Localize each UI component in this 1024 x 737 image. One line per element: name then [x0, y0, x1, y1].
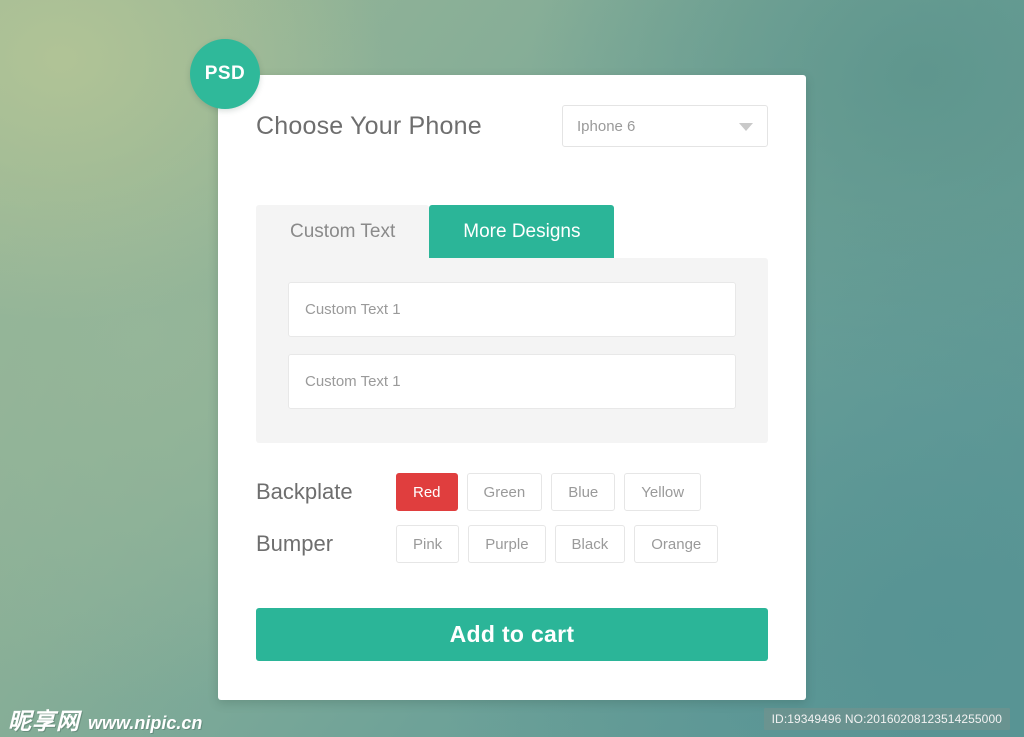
phone-model-select-value: Iphone 6: [577, 117, 636, 135]
watermark-url: www.nipic.cn: [88, 712, 203, 733]
backplate-chip-red[interactable]: Red: [396, 473, 458, 511]
backplate-chip-green-label: Green: [483, 483, 526, 501]
tab-custom-text-label: Custom Text: [290, 220, 396, 242]
backplate-chip-yellow[interactable]: Yellow: [624, 473, 702, 511]
backplate-chip-blue[interactable]: Blue: [551, 473, 616, 511]
backplate-chip-blue-label: Blue: [568, 483, 599, 501]
add-to-cart-button[interactable]: Add to cart: [256, 608, 768, 661]
watermark-bar: 昵享网 www.nipic.cn ID:19349496 NO:20160208…: [0, 700, 1024, 737]
phone-model-select[interactable]: Iphone 6: [562, 105, 768, 147]
backplate-choices: Red Green Blue Yellow: [396, 473, 710, 511]
backplate-chip-green[interactable]: Green: [466, 473, 543, 511]
psd-badge-label: PSD: [204, 63, 246, 84]
bumper-chip-black-label: Black: [571, 535, 609, 553]
card-header: Choose Your Phone Iphone 6: [256, 105, 768, 147]
psd-badge: PSD: [190, 39, 260, 109]
bumper-label: Bumper: [256, 531, 334, 556]
backplate-chip-red-label: Red: [413, 483, 441, 501]
custom-text-input-1[interactable]: [288, 282, 736, 337]
bumper-choices: Pink Purple Black Orange: [396, 525, 727, 563]
app-background: PSD Choose Your Phone Iphone 6 Custom Te…: [0, 0, 1024, 737]
tab-more-designs-label: More Designs: [463, 220, 581, 242]
bumper-chip-purple[interactable]: Purple: [468, 525, 546, 563]
page-title: Choose Your Phone: [256, 111, 482, 140]
design-tabs: Custom Text More Designs: [256, 205, 615, 258]
custom-text-input-2[interactable]: [288, 354, 736, 409]
backplate-label: Backplate: [256, 479, 353, 504]
bumper-chip-pink[interactable]: Pink: [396, 525, 460, 563]
backplate-chip-yellow-label: Yellow: [641, 483, 685, 501]
bumper-option-row: Bumper Pink Purple Black Orange: [256, 525, 727, 563]
watermark-logo-text: 昵享网: [8, 708, 80, 735]
custom-text-panel: [256, 258, 768, 443]
watermark-id-text: ID:19349496 NO:20160208123514255000: [763, 707, 1010, 730]
tab-more-designs[interactable]: More Designs: [429, 205, 615, 258]
watermark-brand: 昵享网 www.nipic.cn: [8, 702, 202, 736]
bumper-chip-black[interactable]: Black: [554, 525, 626, 563]
product-configurator-card: Choose Your Phone Iphone 6 Custom Text M…: [218, 75, 806, 700]
chevron-down-icon: [739, 123, 753, 131]
tab-custom-text[interactable]: Custom Text: [256, 205, 430, 258]
bumper-chip-purple-label: Purple: [485, 535, 529, 553]
backplate-option-row: Backplate Red Green Blue Yellow: [256, 473, 710, 511]
bumper-chip-pink-label: Pink: [413, 535, 443, 553]
bumper-chip-orange-label: Orange: [651, 535, 702, 553]
bumper-chip-orange[interactable]: Orange: [634, 525, 719, 563]
